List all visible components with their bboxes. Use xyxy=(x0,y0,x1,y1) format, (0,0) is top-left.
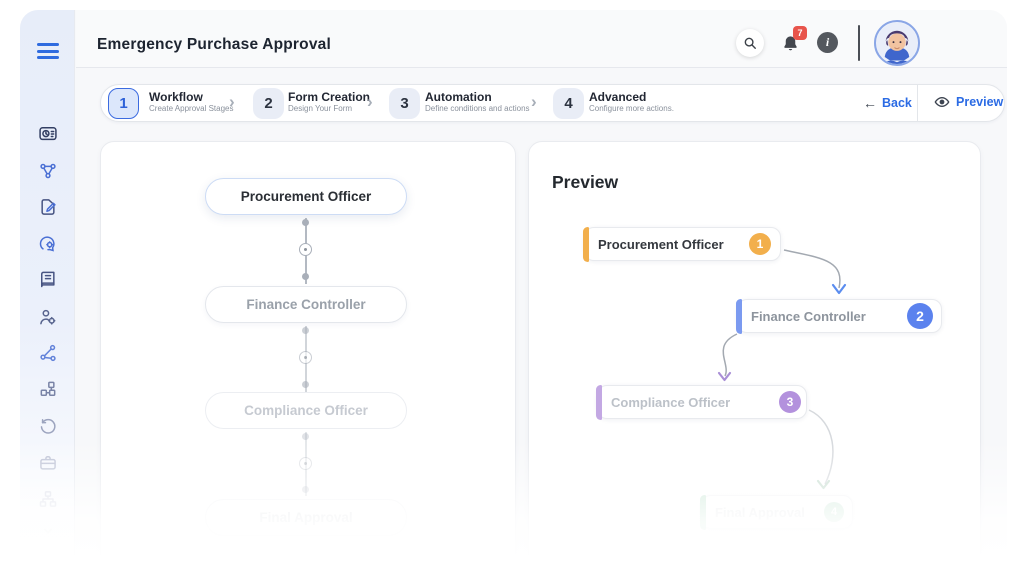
chevron-right-icon: › xyxy=(229,92,235,111)
connector-dot xyxy=(302,381,309,388)
stage-pill[interactable]: Procurement Officer xyxy=(205,178,407,215)
step-4-label: Advanced xyxy=(589,90,647,104)
step-2[interactable]: Form Creation Design Your Form xyxy=(288,90,370,114)
org-chart-icon[interactable] xyxy=(38,489,58,509)
step-3-sublabel: Define conditions and actions xyxy=(425,104,530,113)
preview-node-3-label: Compliance Officer xyxy=(611,394,731,410)
stepper-divider xyxy=(917,85,918,121)
chevron-right-icon: › xyxy=(531,92,537,111)
step-4-badge[interactable]: 4 xyxy=(553,88,584,119)
ledger-icon[interactable] xyxy=(38,269,58,289)
connector-node[interactable] xyxy=(299,351,312,364)
step-2-sublabel: Design Your Form xyxy=(288,104,353,113)
share-nodes-icon[interactable] xyxy=(38,343,58,363)
preview-node-2[interactable]: Finance Controller 2 xyxy=(736,298,942,334)
back-button[interactable]: ← Back xyxy=(863,95,912,111)
header-divider xyxy=(858,25,860,61)
form-editor-icon[interactable] xyxy=(38,197,58,217)
connector-dot xyxy=(302,327,309,334)
page-title: Emergency Purchase Approval xyxy=(97,36,331,53)
step-1-label: Workflow xyxy=(149,90,203,104)
team-settings-icon[interactable] xyxy=(38,307,58,327)
history-icon[interactable] xyxy=(38,416,58,436)
user-avatar[interactable] xyxy=(874,20,920,66)
step-4-sublabel: Configure more actions. xyxy=(589,104,674,113)
preview-panel-title: Preview xyxy=(552,172,619,192)
chevron-right-icon: › xyxy=(367,92,373,111)
step-2-badge[interactable]: 2 xyxy=(253,88,284,119)
stage-pill[interactable]: Compliance Officer xyxy=(205,392,407,429)
time-tracker-icon[interactable] xyxy=(38,124,58,144)
eye-icon xyxy=(934,94,950,110)
info-icon[interactable]: i xyxy=(817,32,838,53)
workflow-icon[interactable] xyxy=(38,161,58,181)
step-1-badge[interactable]: 1 xyxy=(108,88,139,119)
step-1-sublabel: Create Approval Stages xyxy=(149,104,234,113)
preview-button[interactable]: Preview xyxy=(934,94,1003,110)
step-3-badge[interactable]: 3 xyxy=(389,88,420,119)
step-2-label: Form Creation xyxy=(288,90,371,104)
preview-node-2-label: Finance Controller xyxy=(751,308,866,324)
modules-icon[interactable] xyxy=(38,379,58,399)
preview-node-3-number: 3 xyxy=(779,391,801,413)
preview-node-3[interactable]: Compliance Officer 3 xyxy=(596,384,807,420)
step-3[interactable]: Automation Define conditions and actions xyxy=(425,90,530,114)
connector-dot xyxy=(302,273,309,280)
preview-node-4-number: 4 xyxy=(824,502,844,522)
notification-count-badge: 7 xyxy=(793,26,807,40)
hamburger-menu-icon[interactable] xyxy=(37,43,59,59)
preview-node-1-number: 1 xyxy=(749,233,771,255)
sidebar xyxy=(20,10,75,576)
connector-dot xyxy=(302,219,309,226)
preview-node-2-number: 2 xyxy=(907,303,933,329)
connector-dot xyxy=(302,433,309,440)
stage-pill[interactable]: Finance Controller xyxy=(205,286,407,323)
app-window: Emergency Purchase Approval 7 i 1 Workfl… xyxy=(20,10,1007,576)
connector-node[interactable] xyxy=(299,457,312,470)
step-1[interactable]: Workflow Create Approval Stages xyxy=(149,90,234,114)
preview-node-4[interactable]: Final Approval 4 xyxy=(700,494,853,530)
back-arrow-icon: ← xyxy=(863,95,877,111)
preview-node-1[interactable]: Procurement Officer 1 xyxy=(583,226,781,262)
search-icon[interactable] xyxy=(736,29,764,57)
screen: Emergency Purchase Approval 7 i 1 Workfl… xyxy=(0,0,1024,576)
user-config-icon[interactable] xyxy=(38,233,58,253)
step-4[interactable]: Advanced Configure more actions. xyxy=(589,90,674,114)
stepper-bar: 1 Workflow Create Approval Stages › 2 Fo… xyxy=(100,84,1005,122)
more-chevron-icon[interactable] xyxy=(38,521,58,541)
back-label: Back xyxy=(882,96,912,110)
preview-label: Preview xyxy=(956,95,1004,109)
preview-panel: Preview Procurement Officer 1 Finance Co… xyxy=(528,141,981,576)
workflow-canvas: Procurement Officer Finance Controller C… xyxy=(100,141,516,576)
connector-node[interactable] xyxy=(299,243,312,256)
preview-node-4-label: Final Approval xyxy=(715,504,805,520)
briefcase-icon[interactable] xyxy=(38,453,58,473)
step-3-label: Automation xyxy=(425,90,492,104)
preview-node-1-label: Procurement Officer xyxy=(598,236,724,252)
stage-pill[interactable]: Final Approval xyxy=(205,499,407,536)
connector-dot xyxy=(302,486,309,493)
